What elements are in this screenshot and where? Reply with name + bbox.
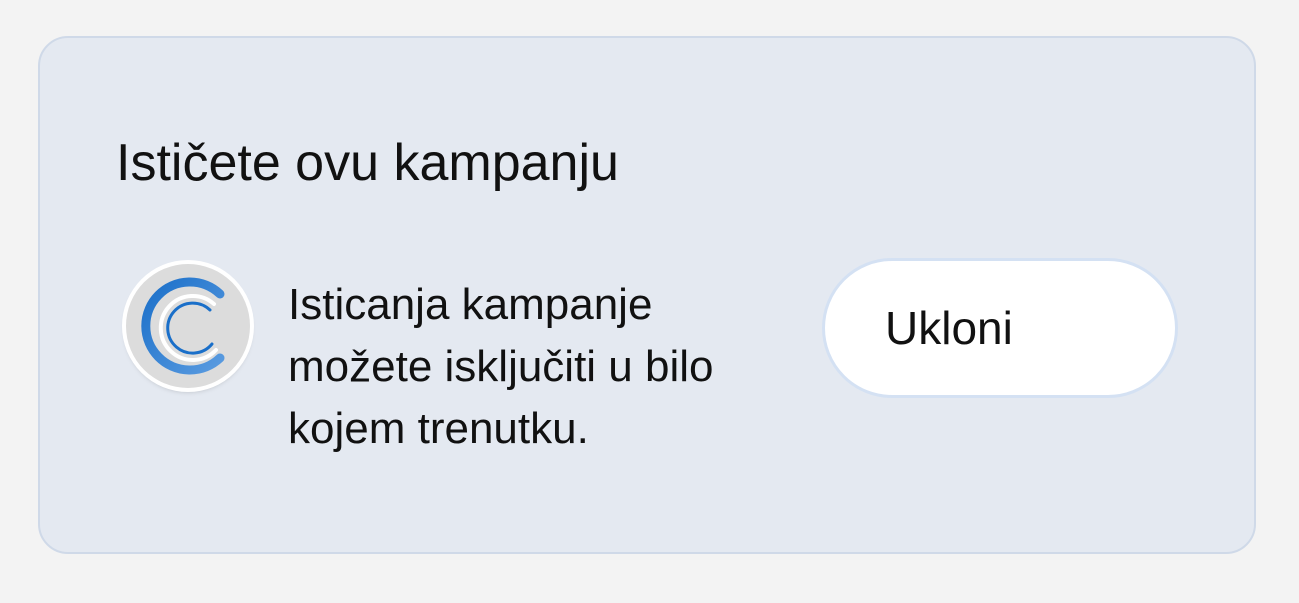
remove-button[interactable]: Ukloni	[822, 258, 1178, 398]
campaign-promotion-card: Ističete ovu kampanju Isticanja kampanje…	[38, 36, 1256, 554]
card-message: Isticanja kampanje možete isključiti u b…	[288, 280, 714, 453]
progress-ring-graphic	[141, 277, 225, 375]
progress-ring-icon	[126, 264, 250, 388]
card-title: Ističete ovu kampanju	[116, 134, 619, 192]
